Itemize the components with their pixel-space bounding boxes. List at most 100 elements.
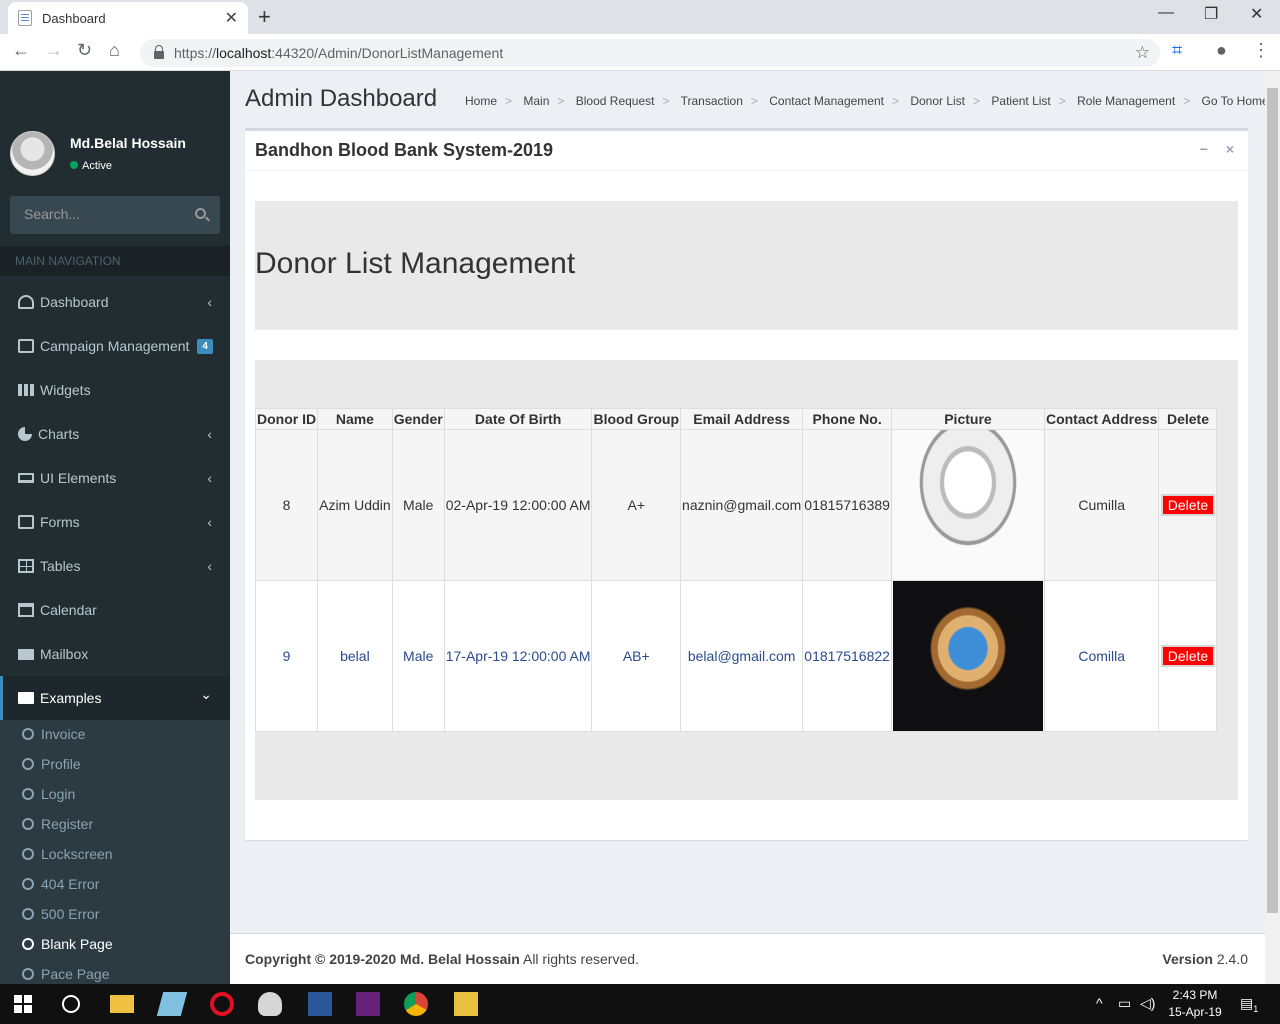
search-placeholder: Search... (24, 206, 81, 222)
delete-button[interactable]: Delete (1160, 645, 1216, 667)
taskbar-clock[interactable]: 2:43 PM 15-Apr-19 (1160, 987, 1230, 1021)
notification-count: 1 (1253, 1003, 1259, 1014)
circle-icon (22, 818, 34, 830)
breadcrumb-go-to-home[interactable]: Go To Home (1202, 94, 1269, 108)
chevron-up-icon[interactable]: ^ (1096, 995, 1103, 1011)
sidebar-item-campaign-management[interactable]: Campaign Management 4 (0, 324, 230, 368)
search-icon[interactable] (195, 208, 206, 219)
breadcrumb-patient-list[interactable]: Patient List (991, 94, 1050, 108)
restore-window-button[interactable]: ❐ (1204, 4, 1218, 24)
phone-cell: 01815716389 (802, 429, 892, 581)
submenu-item-lockscreen[interactable]: Lockscreen (22, 846, 113, 862)
box-tools: − × (1186, 141, 1234, 157)
sidebar-item-tables[interactable]: Tables ‹ (0, 544, 230, 588)
th-icon (18, 384, 34, 396)
volume-icon[interactable]: ◁) (1140, 995, 1155, 1012)
submenu-item-profile[interactable]: Profile (22, 756, 81, 772)
breadcrumb-main[interactable]: Main (523, 94, 549, 108)
sidebar-item-forms[interactable]: Forms ‹ (0, 500, 230, 544)
browser-menu-icon[interactable]: ⋮ (1252, 40, 1270, 61)
column-header: Blood Group (591, 408, 682, 430)
submenu-item-500-error[interactable]: 500 Error (22, 906, 99, 922)
visual-studio-icon[interactable] (356, 992, 380, 1016)
home-icon[interactable]: ⌂ (109, 40, 120, 61)
breadcrumb-home[interactable]: Home (465, 94, 497, 108)
file-explorer-icon[interactable] (110, 995, 134, 1013)
dashboard-icon (18, 295, 34, 309)
scrollbar-thumb[interactable] (1267, 88, 1278, 913)
jumbotron: Donor List Management (255, 201, 1238, 330)
submenu-item-pace-page[interactable]: Pace Page (22, 966, 110, 982)
delete-cell: Delete (1158, 429, 1218, 581)
submenu-item-register[interactable]: Register (22, 816, 93, 832)
chrome-icon[interactable] (404, 992, 428, 1016)
sidebar-item-charts[interactable]: Charts ‹ (0, 412, 230, 456)
delete-button[interactable]: Delete (1160, 494, 1216, 516)
profile-icon[interactable]: ● (1216, 40, 1227, 61)
back-arrow-icon[interactable]: ← (12, 40, 30, 61)
page-scrollbar[interactable] (1265, 71, 1280, 984)
sidebar-item-widgets[interactable]: Widgets (0, 368, 230, 412)
breadcrumb-contact-management[interactable]: Contact Management (769, 94, 884, 108)
notification-center-icon[interactable]: ▤1 (1240, 995, 1258, 1014)
sql-tool-icon[interactable] (454, 992, 478, 1016)
submenu-item-login[interactable]: Login (22, 786, 75, 802)
breadcrumb-donor-list[interactable]: Donor List (910, 94, 965, 108)
submenu-item-blank-page[interactable]: Blank Page (22, 936, 113, 952)
sidebar-item-label: Mailbox (40, 646, 89, 662)
network-icon[interactable]: ▭ (1118, 995, 1131, 1012)
gender-cell: Male (391, 429, 445, 581)
sidebar-item-calendar[interactable]: Calendar (0, 588, 230, 632)
close-box-button[interactable]: × (1226, 141, 1234, 157)
windows-start-icon[interactable] (14, 995, 32, 1013)
sidebar-item-examples[interactable]: Examples ⌄ (0, 676, 230, 720)
table-row: 8 Azim Uddin Male 02-Apr-19 12:00:00 AM … (254, 429, 1218, 581)
minimize-box-button[interactable]: − (1200, 141, 1208, 157)
tab-close-icon[interactable]: ✕ (225, 8, 238, 28)
calendar-icon (18, 603, 34, 617)
submenu-label: 500 Error (41, 906, 100, 922)
clock-date: 15-Apr-19 (1168, 1005, 1222, 1019)
circle-icon (22, 758, 34, 770)
close-window-button[interactable]: ✕ (1250, 4, 1263, 24)
circle-icon (22, 728, 34, 740)
new-tab-button[interactable]: + (258, 4, 271, 30)
breadcrumb-transaction[interactable]: Transaction (681, 94, 743, 108)
opera-icon[interactable] (210, 992, 234, 1016)
sidebar-item-mailbox[interactable]: Mailbox (0, 632, 230, 676)
box-header: Bandhon Blood Bank System-2019 − × (245, 131, 1248, 171)
submenu-item-404-error[interactable]: 404 Error (22, 876, 99, 892)
minimize-window-button[interactable]: — (1158, 4, 1174, 22)
paint-app-icon[interactable] (258, 992, 282, 1016)
reload-icon[interactable]: ↻ (77, 40, 92, 61)
breadcrumb-role-management[interactable]: Role Management (1077, 94, 1175, 108)
main-box: Bandhon Blood Bank System-2019 − × Donor… (245, 128, 1248, 840)
column-header: Picture (890, 408, 1045, 430)
sidebar-item-dashboard[interactable]: Dashboard ‹ (0, 280, 230, 324)
forward-arrow-icon[interactable]: → (45, 40, 63, 61)
windows-taskbar: ^ ▭ ◁) 2:43 PM 15-Apr-19 ▤1 (0, 984, 1280, 1024)
donor-table-container: Donor ID Name Gender Date Of Birth Blood… (254, 360, 1238, 800)
column-header: Email Address (680, 408, 804, 430)
search-circle-icon[interactable] (62, 995, 80, 1013)
address-cell: Comilla (1043, 580, 1160, 732)
url-scheme: https:// (174, 45, 217, 61)
sidebar-item-ui-elements[interactable]: UI Elements ‹ (0, 456, 230, 500)
sidebar-search-input[interactable]: Search... (10, 196, 220, 234)
breadcrumb-separator: > (557, 94, 565, 108)
chevron-left-icon: ‹ (207, 514, 212, 530)
extension-icon[interactable]: ⌗ (1172, 40, 1182, 61)
breadcrumb-blood-request[interactable]: Blood Request (576, 94, 655, 108)
dob-cell: 17-Apr-19 12:00:00 AM (443, 580, 593, 732)
url-input[interactable]: https://localhost:44320/Admin/DonorListM… (140, 39, 1160, 67)
submenu-item-invoice[interactable]: Invoice (22, 726, 85, 742)
browser-tab[interactable]: Dashboard ✕ (8, 2, 248, 34)
visio-icon[interactable] (308, 992, 332, 1016)
box-title: Bandhon Blood Bank System-2019 (255, 140, 554, 160)
dob-cell: 02-Apr-19 12:00:00 AM (443, 429, 593, 581)
breadcrumb: Home > Main > Blood Request > Transaction > … (465, 94, 1269, 108)
bookmark-star-icon[interactable]: ☆ (1135, 43, 1150, 63)
user-name: Md.Belal Hossain (70, 135, 186, 151)
address-cell: Cumilla (1043, 429, 1160, 581)
notes-app-icon[interactable] (156, 992, 188, 1016)
